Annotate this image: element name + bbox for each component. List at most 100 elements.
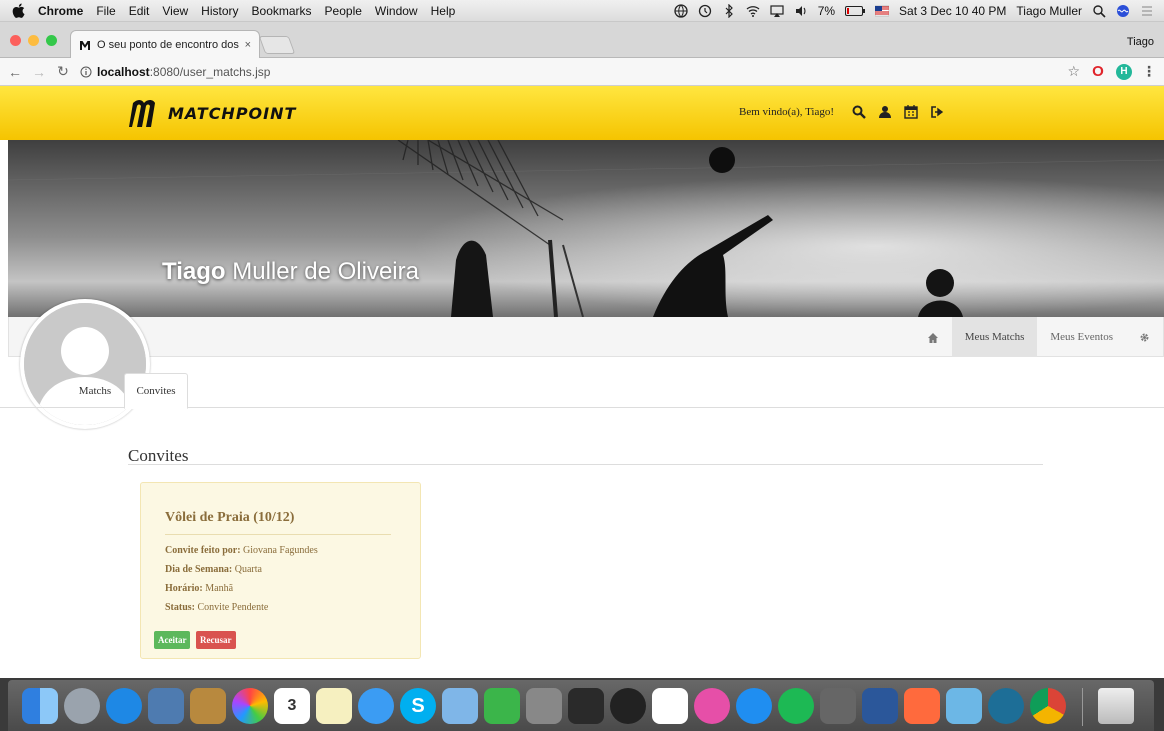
nav-meus-eventos[interactable]: Meus Eventos xyxy=(1037,317,1126,357)
messages-icon[interactable] xyxy=(358,688,394,724)
reload-icon[interactable]: ↻ xyxy=(54,63,72,81)
battery-percent: 7% xyxy=(817,4,836,18)
system-preferences-icon[interactable] xyxy=(820,688,856,724)
calendar-icon[interactable] xyxy=(904,105,918,119)
menubar-help[interactable]: Help xyxy=(431,4,456,18)
url-path: :8080/user_matchs.jsp xyxy=(149,65,271,79)
menubar-view[interactable]: View xyxy=(162,4,188,18)
chrome-icon[interactable] xyxy=(1030,688,1066,724)
word-icon[interactable] xyxy=(862,688,898,724)
profile-avatar[interactable] xyxy=(20,299,150,429)
user-icon[interactable] xyxy=(878,105,892,119)
tab-matchs[interactable]: Matchs xyxy=(68,373,122,408)
reject-button[interactable]: Recusar xyxy=(196,631,236,649)
matchpoint-logo-icon xyxy=(129,100,155,127)
invite-by: Convite feito por: Giovana Fagundes xyxy=(165,545,318,556)
spotify-icon[interactable] xyxy=(778,688,814,724)
notes-icon[interactable] xyxy=(316,688,352,724)
menubar-history[interactable]: History xyxy=(201,4,238,18)
spotlight-icon[interactable] xyxy=(1092,4,1106,18)
facetime-icon[interactable] xyxy=(484,688,520,724)
finder-icon[interactable] xyxy=(22,688,58,724)
volume-icon[interactable] xyxy=(794,4,808,18)
menubar-bookmarks[interactable]: Bookmarks xyxy=(252,4,312,18)
siri-icon[interactable] xyxy=(1116,4,1130,18)
invite-time-value: Manhã xyxy=(202,583,234,594)
photos-icon[interactable] xyxy=(232,688,268,724)
invite-status-value: Convite Pendente xyxy=(195,602,269,613)
browser-profile-name[interactable]: Tiago xyxy=(1127,36,1154,48)
favicon-icon xyxy=(80,40,90,50)
new-tab-button[interactable] xyxy=(258,36,296,54)
vpn-globe-icon[interactable] xyxy=(674,4,688,18)
bookmark-star-icon[interactable]: ☆ xyxy=(1067,63,1080,80)
calendar-app-icon[interactable]: 3 xyxy=(274,688,310,724)
virtualbox-icon[interactable] xyxy=(946,688,982,724)
launchpad-icon[interactable] xyxy=(64,688,100,724)
profile-last-name: Muller de Oliveira xyxy=(225,258,419,285)
apple-icon[interactable] xyxy=(12,3,25,18)
search-icon[interactable] xyxy=(852,105,866,119)
itunes-icon[interactable] xyxy=(694,688,730,724)
menubar-user[interactable]: Tiago Muller xyxy=(1016,4,1082,18)
chrome-menu-icon[interactable]: ⋮ xyxy=(1142,63,1156,80)
invite-divider xyxy=(165,534,391,535)
menubar-people[interactable]: People xyxy=(325,4,362,18)
hola-extension-icon[interactable]: H xyxy=(1116,63,1132,80)
welcome-text: Bem vindo(a), Tiago! xyxy=(739,106,835,118)
wifi-icon[interactable] xyxy=(746,4,760,18)
back-arrow-icon[interactable]: ← xyxy=(6,63,24,81)
menubar-clock[interactable]: Sat 3 Dec 10 40 PM xyxy=(899,4,1006,18)
macos-dock: 3 S xyxy=(8,680,1154,731)
battery-icon[interactable] xyxy=(845,6,866,16)
app-store-icon[interactable] xyxy=(736,688,772,724)
minimize-window-button[interactable] xyxy=(28,35,39,46)
settings-gear-icon[interactable] xyxy=(1126,317,1163,357)
input-flag-icon[interactable] xyxy=(875,4,890,18)
bluetooth-icon[interactable] xyxy=(722,4,736,18)
site-logo[interactable]: MATCHPOINT xyxy=(126,98,296,128)
opera-extension-icon[interactable]: O xyxy=(1090,63,1106,80)
contacts-icon[interactable] xyxy=(190,688,226,724)
time-machine-icon[interactable] xyxy=(698,4,712,18)
url-host: localhost xyxy=(97,65,150,79)
invite-status: Status: Convite Pendente xyxy=(165,602,268,613)
safari-icon[interactable] xyxy=(106,688,142,724)
accept-button[interactable]: Aceitar xyxy=(154,631,191,649)
zoom-window-button[interactable] xyxy=(46,35,57,46)
profile-username: Tiago Muller de Oliveira xyxy=(162,258,419,286)
menubar-file[interactable]: File xyxy=(96,4,115,18)
web-page: MATCHPOINT Bem vindo(a), Tiago! Tiago Mu… xyxy=(0,86,1164,678)
address-bar[interactable]: localhost:8080/user_matchs.jsp xyxy=(80,62,1164,82)
section-title: Convites xyxy=(128,446,189,465)
mail-icon[interactable] xyxy=(148,688,184,724)
skype-icon[interactable]: S xyxy=(400,688,436,724)
airplay-icon[interactable] xyxy=(770,4,784,18)
menubar-app-name[interactable]: Chrome xyxy=(38,4,83,18)
invite-day: Dia de Semana: Quarta xyxy=(165,564,262,575)
browser-tab-active[interactable]: O seu ponto de encontro dos e × xyxy=(70,30,260,58)
sourcetree-icon[interactable] xyxy=(988,688,1024,724)
menubar-edit[interactable]: Edit xyxy=(129,4,150,18)
nav-meus-matchs[interactable]: Meus Matchs xyxy=(951,317,1038,357)
profile-home-icon[interactable] xyxy=(914,317,952,357)
tab-convites[interactable]: Convites xyxy=(124,373,188,409)
tab-close-icon[interactable]: × xyxy=(245,39,251,51)
popcorn-time-icon[interactable] xyxy=(652,688,688,724)
section-divider xyxy=(128,464,1043,465)
garageband-icon[interactable] xyxy=(568,688,604,724)
preview-icon[interactable] xyxy=(442,688,478,724)
info-icon[interactable] xyxy=(80,66,92,78)
chinese-input-icon[interactable] xyxy=(904,688,940,724)
logout-icon[interactable] xyxy=(930,105,944,119)
notification-center-icon[interactable] xyxy=(1140,4,1154,18)
close-window-button[interactable] xyxy=(10,35,21,46)
dock-separator xyxy=(1082,688,1083,726)
photo-booth-icon[interactable] xyxy=(610,688,646,724)
trash-icon[interactable] xyxy=(1098,688,1134,724)
image-capture-icon[interactable] xyxy=(526,688,562,724)
cover-photo xyxy=(8,140,1164,317)
invite-by-label: Convite feito por: xyxy=(165,545,241,556)
forward-arrow-icon[interactable]: → xyxy=(30,63,48,81)
menubar-window[interactable]: Window xyxy=(375,4,418,18)
